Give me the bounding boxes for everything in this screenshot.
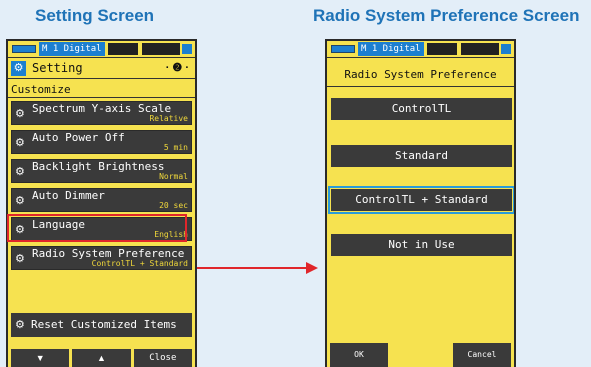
- mode-indicator: M 1 Digital: [358, 42, 424, 56]
- item-label: Language: [32, 218, 85, 231]
- section-heading: Customize: [11, 83, 71, 96]
- item-label: Auto Power Off: [32, 131, 125, 144]
- cancel-button[interactable]: Cancel: [453, 343, 511, 367]
- softkey-bar: ▼ ▲ Close: [8, 349, 195, 367]
- page-title: Setting: [32, 61, 83, 75]
- status-block: [461, 43, 499, 55]
- gears-icon: ⚙: [15, 137, 25, 149]
- gears-icon: ⚙: [15, 108, 25, 120]
- option-controltl[interactable]: ControlTL: [331, 98, 512, 120]
- status-end-icon: [182, 44, 192, 54]
- item-value: Normal: [159, 172, 188, 181]
- gears-icon: ⚙: [15, 166, 25, 178]
- item-label: Auto Dimmer: [32, 189, 105, 202]
- left-heading: Setting Screen: [35, 6, 155, 25]
- status-end-icon: [501, 44, 511, 54]
- option-not-in-use[interactable]: Not in Use: [331, 234, 512, 256]
- mode-indicator: M 1 Digital: [39, 42, 105, 56]
- softkey-bar: OK Cancel: [327, 343, 514, 367]
- setting-screen: M 1 Digital ⚙ Setting · ❷ · Customize ⚙ …: [6, 39, 197, 367]
- page-title: Radio System Preference: [344, 68, 497, 81]
- reset-customized-items-button[interactable]: ⚙ Reset Customized Items: [11, 313, 192, 337]
- status-block: [108, 43, 138, 55]
- gears-icon: ⚙: [15, 195, 25, 207]
- option-controltl-standard[interactable]: ControlTL + Standard: [328, 186, 514, 214]
- title-row: ⚙ Setting · ❷ ·: [8, 59, 195, 79]
- settings-icon: ⚙: [11, 61, 26, 76]
- item-value: ControlTL + Standard: [91, 259, 188, 268]
- scroll-down-button[interactable]: ▼: [11, 349, 70, 367]
- item-value: English: [154, 230, 188, 239]
- item-value: 20 sec: [159, 201, 188, 210]
- arrow-line: [197, 267, 306, 269]
- menu-item-backlight-brightness[interactable]: ⚙ Backlight Brightness Normal: [11, 159, 192, 183]
- option-standard[interactable]: Standard: [331, 145, 512, 167]
- menu-item-auto-power-off[interactable]: ⚙ Auto Power Off 5 min: [11, 130, 192, 154]
- divider: [327, 86, 514, 87]
- right-heading: Radio System Preference Screen: [313, 6, 580, 25]
- menu-item-spectrum-scale[interactable]: ⚙ Spectrum Y-axis Scale Relative: [11, 101, 192, 125]
- close-button[interactable]: Close: [133, 349, 192, 367]
- status-bar: M 1 Digital: [8, 41, 195, 58]
- gears-icon: ⚙: [15, 319, 25, 331]
- menu-item-radio-system-preference[interactable]: ⚙ Radio System Preference ControlTL + St…: [11, 246, 192, 270]
- ok-button[interactable]: OK: [330, 343, 388, 367]
- page-indicator: · ❷ ·: [165, 62, 189, 74]
- menu-item-auto-dimmer[interactable]: ⚙ Auto Dimmer 20 sec: [11, 188, 192, 212]
- status-bar: M 1 Digital: [327, 41, 514, 58]
- item-label: Backlight Brightness: [32, 160, 165, 173]
- reset-label: Reset Customized Items: [31, 318, 177, 331]
- item-value: Relative: [149, 114, 188, 123]
- status-block: [427, 43, 457, 55]
- arrow-right-icon: [306, 262, 318, 274]
- menu-item-language[interactable]: ⚙ Language English: [11, 217, 192, 241]
- gears-icon: ⚙: [15, 224, 25, 236]
- battery-icon: [331, 45, 355, 53]
- battery-icon: [12, 45, 36, 53]
- radio-system-preference-screen: M 1 Digital Radio System Preference Cont…: [325, 39, 516, 367]
- item-value: 5 min: [163, 143, 188, 152]
- gears-icon: ⚙: [15, 253, 25, 265]
- divider: [8, 97, 195, 98]
- status-block: [142, 43, 180, 55]
- scroll-up-button[interactable]: ▲: [72, 349, 131, 367]
